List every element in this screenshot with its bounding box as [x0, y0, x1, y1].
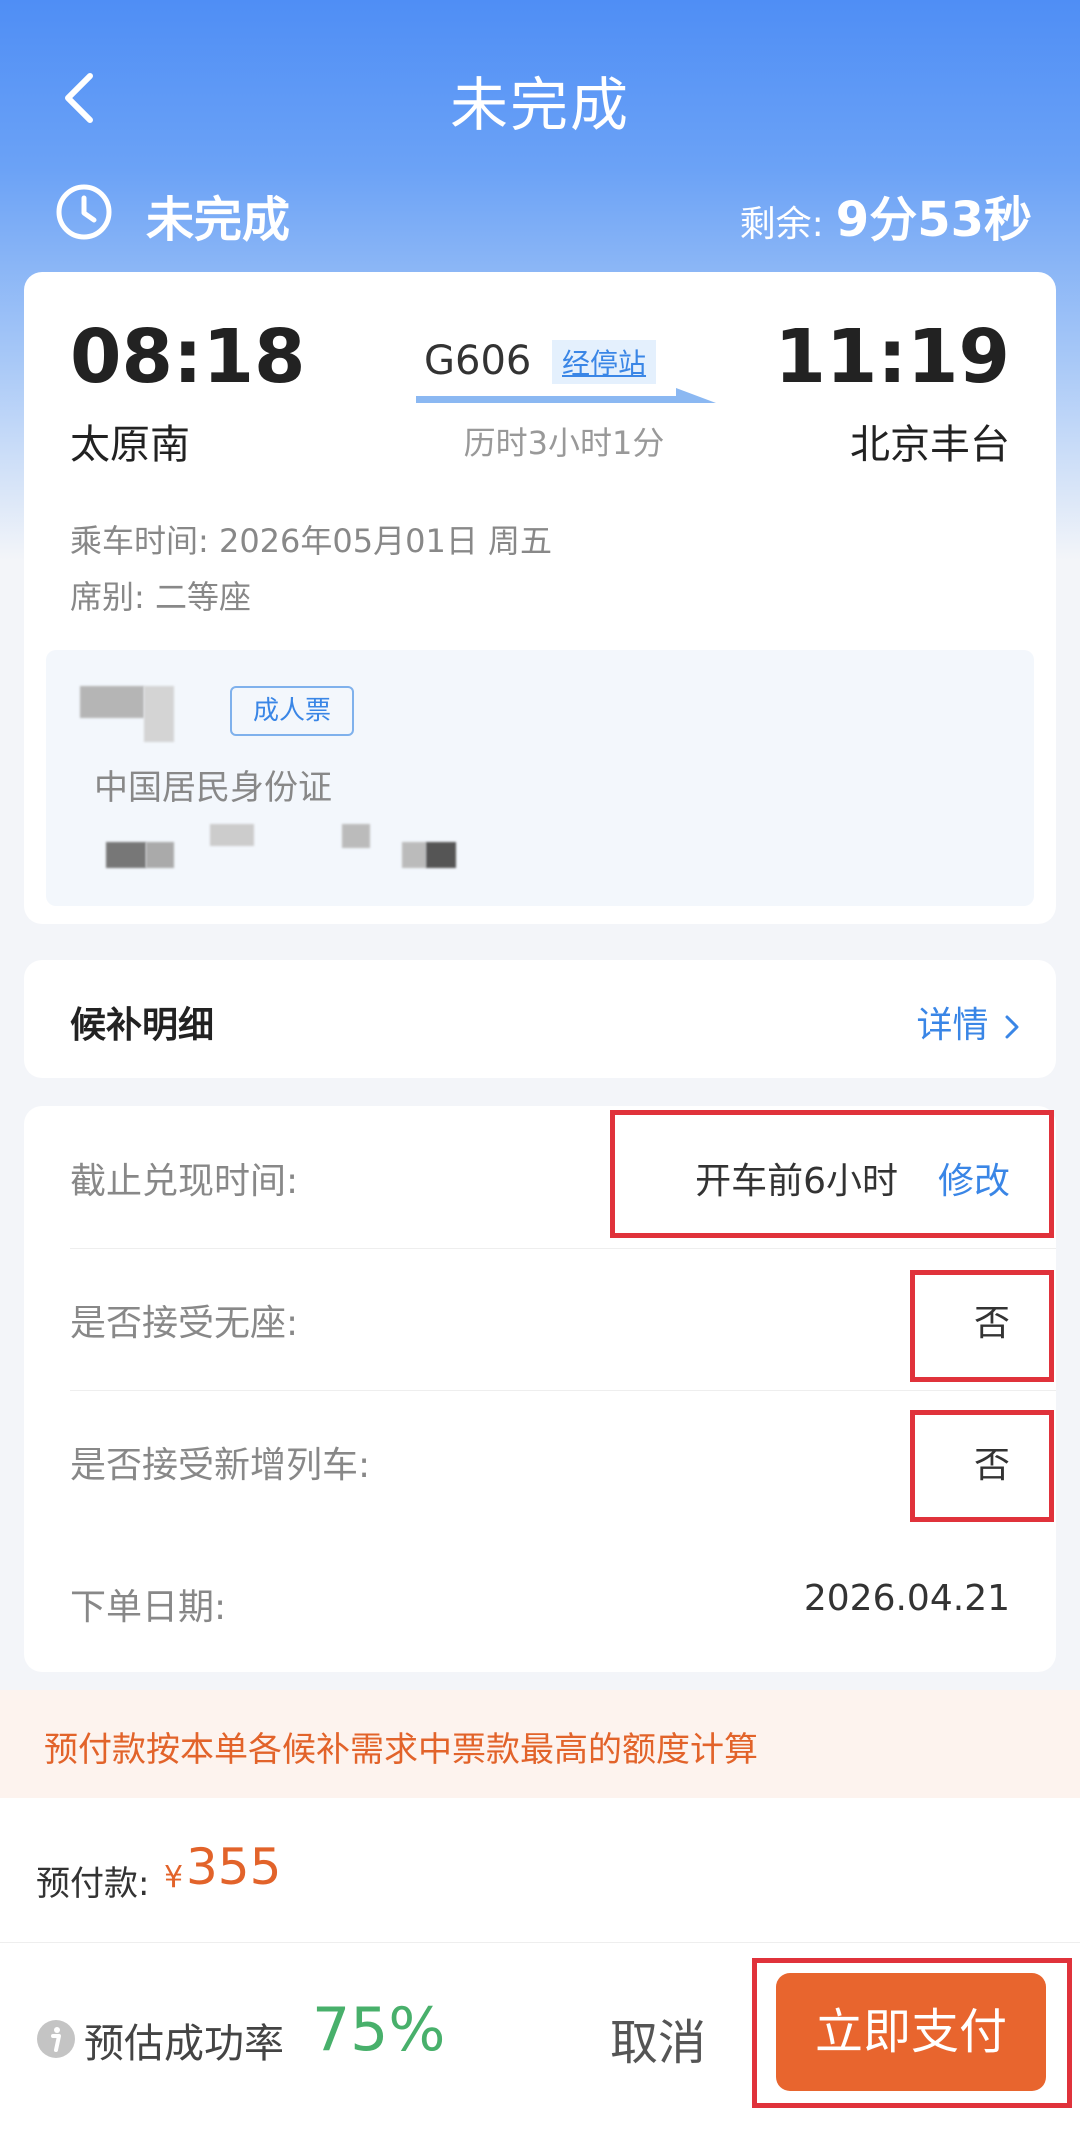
prepay-notice: 预付款按本单各候补需求中票款最高的额度计算	[0, 1690, 1080, 1798]
chevron-right-icon	[1005, 1015, 1019, 1039]
highlight-box	[752, 1958, 1072, 2108]
success-rate-value: 75%	[312, 1995, 446, 2065]
waitlist-detail-row[interactable]: 候补明细 详情	[24, 960, 1056, 1078]
cancel-button[interactable]: 取消	[610, 2003, 706, 2073]
notice-text: 预付款按本单各候补需求中票款最高的额度计算	[44, 1730, 758, 1770]
passenger-info: 成人票 中国居民身份证	[46, 650, 1034, 906]
redacted-id	[106, 842, 146, 868]
page-title: 未完成	[449, 71, 630, 139]
new-train-label: 是否接受新增列车:	[70, 1445, 371, 1486]
no-seat-label: 是否接受无座:	[70, 1303, 299, 1344]
highlight-box	[910, 1270, 1054, 1382]
order-date-label: 下单日期:	[70, 1587, 227, 1628]
no-seat-row: 是否接受无座: 否	[24, 1248, 1056, 1388]
id-type: 中国居民身份证	[94, 768, 332, 808]
redacted-id	[342, 824, 370, 848]
redacted-name	[144, 686, 174, 742]
detail-link-label: 详情	[916, 1005, 989, 1046]
ticket-type-badge: 成人票	[230, 686, 354, 736]
prepay-amount: 355	[186, 1838, 282, 1896]
order-date-row: 下单日期: 2026.04.21	[24, 1532, 1056, 1672]
order-date-value: 2026.04.21	[803, 1578, 1010, 1619]
departure-time: 08:18	[70, 314, 306, 400]
deadline-label: 截止兑现时间:	[70, 1161, 299, 1202]
ticket-card: 08:18 太原南 G606 经停站 历时3小时1分 11:19 北京丰台 乘车…	[24, 272, 1056, 924]
clock-icon	[56, 184, 112, 240]
prepay-label: 预付款:	[36, 1864, 150, 1904]
prepay-row: 预付款: ¥ 355	[0, 1798, 1080, 1942]
detail-title: 候补明细	[70, 1005, 215, 1046]
redacted-id	[426, 842, 456, 868]
direction-arrow-icon	[416, 388, 716, 403]
remaining-value: 9分53秒	[835, 192, 1032, 248]
remaining-time: 剩余: 9分53秒	[740, 180, 1032, 250]
trip-duration: 历时3小时1分	[463, 424, 665, 462]
success-rate-label: 预估成功率	[84, 2021, 284, 2067]
departure-station: 太原南	[70, 422, 190, 468]
info-icon[interactable]	[36, 2019, 76, 2059]
arrival-station: 北京丰台	[850, 422, 1010, 468]
train-number: G606	[424, 338, 532, 384]
detail-link[interactable]: 详情	[917, 996, 1020, 1048]
redacted-id	[210, 824, 254, 846]
status-row: 未完成 剩余: 9分53秒	[0, 170, 1080, 250]
highlight-box	[910, 1410, 1054, 1522]
remaining-label: 剩余:	[739, 204, 824, 245]
arrival-time: 11:19	[774, 314, 1010, 400]
redacted-id	[402, 842, 426, 868]
new-train-row: 是否接受新增列车: 否	[24, 1390, 1056, 1530]
redacted-id	[146, 842, 174, 868]
highlight-box	[610, 1110, 1054, 1238]
stops-link[interactable]: 经停站	[552, 340, 657, 384]
seat-class: 席别: 二等座	[70, 578, 251, 616]
redacted-name	[80, 686, 144, 718]
nav-bar: 未完成	[0, 40, 1080, 150]
order-status: 未完成	[146, 192, 291, 248]
prepay-currency: ¥	[164, 1860, 184, 1895]
ride-date: 乘车时间: 2026年05月01日 周五	[70, 522, 553, 560]
